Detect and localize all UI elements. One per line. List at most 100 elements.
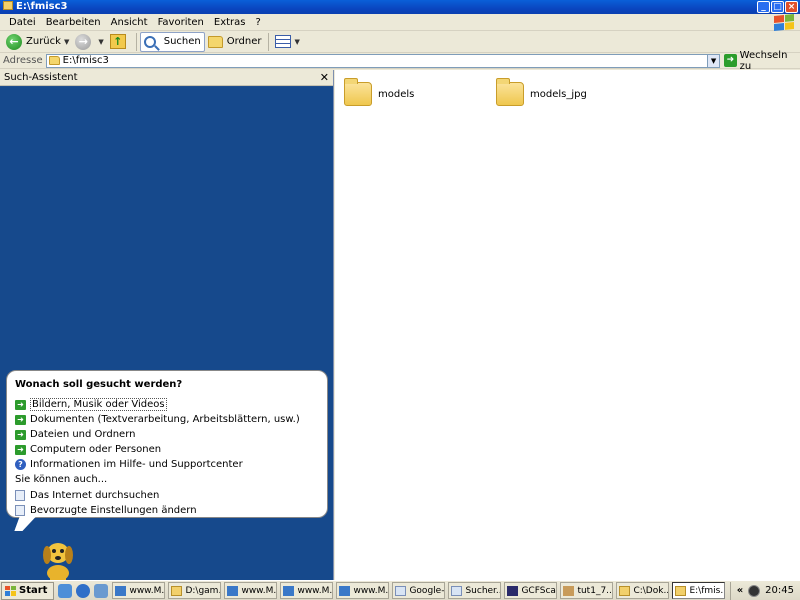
taskbar-button[interactable]: tut1_7....	[560, 582, 614, 599]
start-label: Start	[19, 585, 48, 596]
option-label: Computern oder Personen	[30, 444, 162, 455]
folders-label: Ordner	[226, 36, 262, 47]
title-bar[interactable]: E:\fmisc3 _ □ ×	[0, 0, 800, 14]
search-pane-title: Such-Assistent	[4, 72, 78, 83]
go-arrow-icon: ➜	[724, 54, 737, 67]
quick-launch	[58, 583, 109, 598]
app-icon	[563, 585, 575, 596]
search-icon	[143, 35, 156, 48]
taskbar-button[interactable]: www.M...	[280, 582, 334, 599]
taskbar: Start www.M... D:\gam... www.M... www.M.…	[0, 580, 800, 600]
taskbar-button[interactable]: www.M...	[112, 582, 166, 599]
tray-app-icon[interactable]	[748, 584, 761, 597]
option-help-support[interactable]: ? Informationen im Hilfe- und Supportcen…	[15, 457, 319, 472]
close-button[interactable]: ×	[785, 1, 798, 13]
tray-expand-icon[interactable]: «	[737, 585, 743, 596]
back-arrow-icon: ←	[6, 33, 22, 50]
window-title: E:\fmisc3	[16, 1, 68, 12]
desktop-icon[interactable]	[58, 583, 73, 598]
back-button[interactable]: ← Zurück ▼	[3, 32, 72, 52]
also-label: Sie können auch...	[15, 474, 108, 485]
toolbar: ← Zurück ▼ → ▼ ↑ Suchen Ordner ▼	[0, 31, 800, 53]
views-button[interactable]: ▼	[272, 32, 303, 52]
list-item[interactable]: models_jpg	[496, 78, 587, 106]
menu-extras[interactable]: Extras	[209, 17, 251, 28]
back-label: Zurück	[26, 36, 61, 47]
option-preferences[interactable]: Bevorzugte Einstellungen ändern	[15, 503, 319, 518]
task-label: Google-...	[409, 585, 445, 596]
task-label: www.M...	[129, 585, 165, 596]
list-item[interactable]: models	[344, 78, 415, 106]
option-pictures-music-videos[interactable]: ➜ Bildern, Musik oder Videos	[15, 397, 319, 412]
window-icon	[115, 585, 127, 596]
document-icon	[451, 585, 463, 596]
menu-datei[interactable]: Datei	[4, 17, 41, 28]
toolbar-separator	[135, 32, 137, 51]
option-label: Dateien und Ordnern	[30, 429, 136, 440]
search-dog-icon[interactable]	[36, 537, 80, 583]
option-label: Dokumenten (Textverarbeitung, Arbeitsblä…	[30, 414, 300, 425]
task-label: E:\fmis...	[689, 585, 726, 596]
folder-up-icon: ↑	[109, 34, 126, 49]
task-label: GCFSca...	[521, 585, 556, 596]
file-name: models	[378, 88, 415, 100]
window-icon	[227, 585, 239, 596]
option-files-folders[interactable]: ➜ Dateien und Ordnern	[15, 427, 319, 442]
taskbar-button[interactable]: Sucher...	[448, 582, 502, 599]
address-input[interactable]: E:\fmisc3 ▼	[45, 53, 721, 68]
address-value: E:\fmisc3	[62, 55, 109, 66]
folder-icon	[675, 585, 687, 596]
windows-logo-icon	[5, 585, 16, 596]
search-icon[interactable]	[94, 583, 109, 598]
green-arrow-icon: ➜	[15, 414, 26, 425]
task-label: C:\Dok...	[633, 585, 670, 596]
taskbar-button-active[interactable]: E:\fmis...	[672, 582, 726, 599]
option-label: Bildern, Musik oder Videos	[30, 398, 167, 411]
forward-button[interactable]: → ▼	[72, 32, 106, 52]
search-pane: Such-Assistent ✕ Wonach soll gesucht wer…	[0, 70, 334, 583]
go-button[interactable]: ➜ Wechseln zu	[724, 50, 800, 72]
folders-button[interactable]: Ordner	[205, 32, 265, 52]
maximize-button[interactable]: □	[771, 1, 784, 13]
go-label: Wechseln zu	[739, 49, 788, 72]
taskbar-button[interactable]: GCFSca...	[504, 582, 558, 599]
views-icon	[274, 35, 291, 48]
folder-icon	[207, 35, 223, 48]
menu-ansicht[interactable]: Ansicht	[106, 17, 153, 28]
task-label: Sucher...	[465, 585, 502, 596]
taskbar-button[interactable]: www.M...	[336, 582, 390, 599]
internet-explorer-icon[interactable]	[76, 583, 91, 598]
start-button[interactable]: Start	[1, 581, 55, 600]
menu-bearbeiten[interactable]: Bearbeiten	[41, 17, 106, 28]
search-button[interactable]: Suchen	[139, 31, 205, 52]
file-list-pane: models models_jpg	[335, 70, 800, 580]
task-label: tut1_7....	[577, 585, 612, 596]
search-question: Wonach soll gesucht werden?	[15, 379, 183, 390]
chevron-down-icon[interactable]: ▼	[64, 38, 69, 46]
chevron-down-icon[interactable]: ▼	[707, 54, 720, 67]
window-icon	[283, 585, 295, 596]
minimize-button[interactable]: _	[757, 1, 770, 13]
app-icon	[507, 585, 519, 596]
menu-help[interactable]: ?	[251, 17, 266, 28]
internet-search-icon	[15, 490, 25, 501]
taskbar-button[interactable]: C:\Dok...	[616, 582, 670, 599]
folder-icon	[3, 1, 13, 10]
task-label: www.M...	[297, 585, 333, 596]
search-assistant-bubble: Wonach soll gesucht werden? ➜ Bildern, M…	[6, 370, 328, 518]
browser-icon	[395, 585, 407, 596]
up-button[interactable]: ↑	[107, 32, 133, 52]
close-icon[interactable]: ✕	[320, 71, 329, 84]
option-documents[interactable]: ➜ Dokumenten (Textverarbeitung, Arbeitsb…	[15, 412, 319, 427]
preferences-icon	[15, 505, 25, 516]
address-label: Adresse	[3, 55, 43, 66]
taskbar-button[interactable]: www.M...	[224, 582, 278, 599]
folder-icon	[344, 78, 372, 106]
option-computers-people[interactable]: ➜ Computern oder Personen	[15, 442, 319, 457]
green-arrow-icon: ➜	[15, 444, 26, 455]
taskbar-button[interactable]: D:\gam...	[168, 582, 222, 599]
menu-favoriten[interactable]: Favoriten	[153, 17, 209, 28]
chevron-down-icon[interactable]: ▼	[98, 38, 103, 46]
taskbar-button[interactable]: Google-...	[392, 582, 446, 599]
option-search-internet[interactable]: Das Internet durchsuchen	[15, 488, 319, 503]
